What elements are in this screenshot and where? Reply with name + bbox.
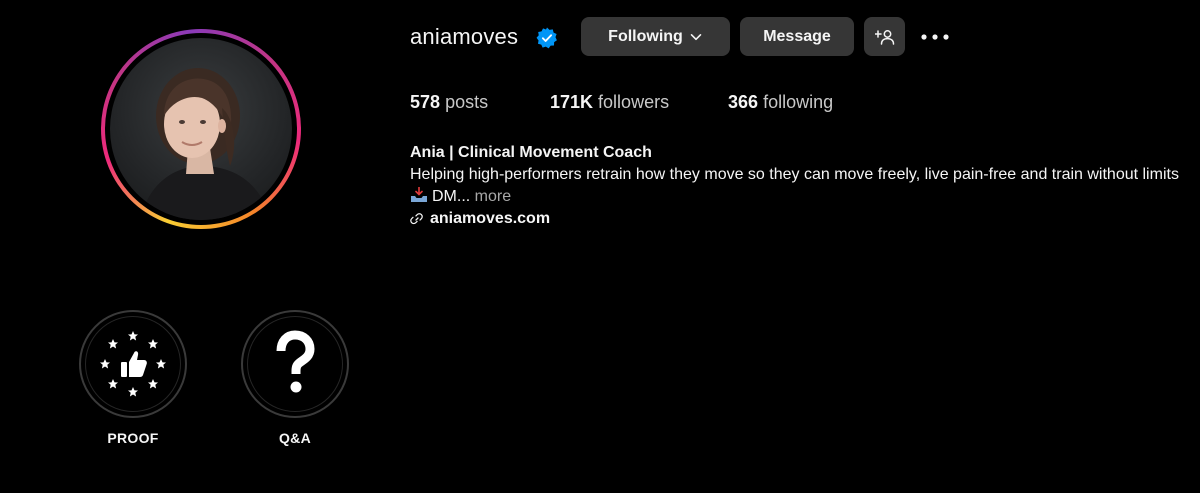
verified-badge-icon bbox=[536, 27, 557, 49]
followers-link[interactable]: 171K followers bbox=[550, 92, 669, 113]
highlight-proof[interactable]: PROOF bbox=[77, 310, 189, 446]
question-mark-icon bbox=[276, 330, 315, 393]
bio-website-link[interactable]: aniamoves.com bbox=[410, 208, 1190, 230]
bio-line-dm: DM... more bbox=[410, 186, 1190, 208]
bio-text: Helping high-performers retrain how they… bbox=[410, 166, 1179, 183]
suggested-users-button[interactable] bbox=[864, 17, 905, 56]
profile-page: aniamoves Following Message 578 posts 17… bbox=[0, 0, 1200, 493]
following-button-label: Following bbox=[608, 27, 683, 45]
story-avatar-ring[interactable] bbox=[101, 29, 301, 229]
highlight-label: Q&A bbox=[278, 430, 311, 446]
following-button[interactable]: Following bbox=[581, 17, 730, 56]
link-icon bbox=[410, 213, 423, 225]
profile-bio: Ania | Clinical Movement Coach Helping h… bbox=[410, 142, 1190, 230]
more-options-button[interactable] bbox=[918, 26, 952, 48]
message-button[interactable]: Message bbox=[740, 17, 854, 56]
chevron-down-icon bbox=[690, 33, 702, 40]
ellipsis-icon bbox=[921, 34, 949, 40]
message-button-label: Message bbox=[763, 27, 831, 45]
avatar bbox=[110, 38, 292, 220]
display-name: Ania | Clinical Movement Coach bbox=[410, 144, 652, 161]
thumbs-up-stars-icon bbox=[100, 331, 166, 397]
highlight-qa[interactable]: Q&A bbox=[239, 310, 351, 446]
add-user-icon bbox=[874, 29, 894, 45]
bio-more-link[interactable]: more bbox=[475, 188, 511, 205]
highlight-label: PROOF bbox=[107, 430, 159, 446]
inbox-tray-icon bbox=[411, 187, 427, 202]
following-link[interactable]: 366 following bbox=[728, 92, 833, 113]
posts-count: 578 posts bbox=[410, 92, 489, 112]
website-url: aniamoves.com bbox=[430, 210, 551, 227]
username: aniamoves bbox=[410, 24, 519, 49]
